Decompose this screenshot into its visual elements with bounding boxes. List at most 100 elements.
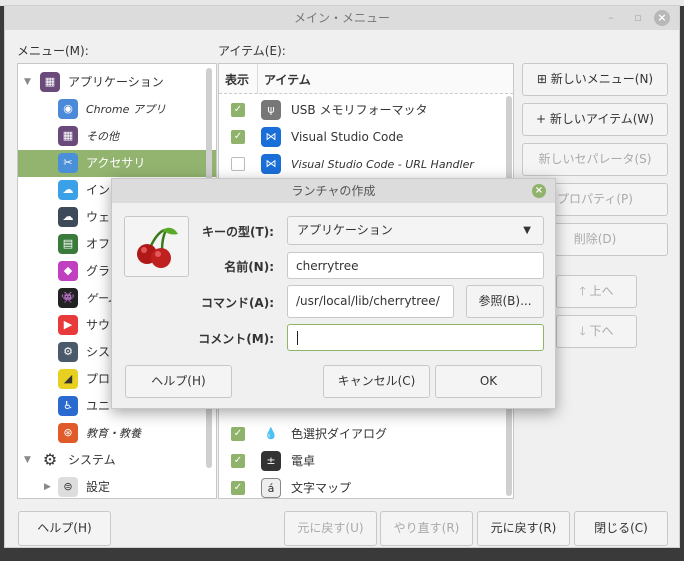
item-label: Visual Studio Code: [291, 130, 404, 144]
game-invader-icon: 👾: [58, 288, 78, 308]
browse-button[interactable]: 参照(B)...: [466, 285, 544, 318]
tree-item-label: 設定: [86, 480, 111, 494]
gear-icon: ⚙: [58, 342, 78, 362]
new-item-label: 新しいアイテム(W): [549, 112, 654, 126]
column-show[interactable]: 表示: [225, 71, 249, 88]
close-window-button[interactable]: ×: [654, 10, 670, 26]
scissors-icon: ✂: [58, 153, 78, 173]
play-icon: ▶: [58, 315, 78, 335]
move-down-label: 下へ: [589, 324, 614, 338]
apps-grid-icon: ▦: [40, 72, 60, 92]
item-row[interactable]: ✓ á 文字マップ: [219, 475, 513, 502]
item-label: 色選択ダイアログ: [291, 427, 388, 441]
show-checkbox[interactable]: ✓: [231, 454, 245, 468]
expander-open-icon[interactable]: ▼: [24, 69, 31, 96]
type-dropdown[interactable]: アプリケーション ▼: [287, 216, 544, 245]
graphics-icon: ◆: [58, 261, 78, 281]
dialog-close-button[interactable]: ×: [532, 184, 546, 198]
calculator-icon: ±: [261, 451, 281, 471]
tree-item-label: Chrome アプリ: [86, 103, 166, 116]
type-label: キーの型(T):: [202, 225, 274, 239]
color-drop-icon: 💧: [264, 427, 278, 440]
show-checkbox[interactable]: ✓: [231, 103, 245, 117]
apps-grid-icon: ▦: [58, 126, 78, 146]
item-row[interactable]: ⋈ Visual Studio Code - URL Handler: [219, 151, 513, 178]
tree-item[interactable]: ▼ ▦ アプリケーション: [18, 69, 216, 96]
accessibility-icon: ♿: [58, 396, 78, 416]
text-cursor: ​: [297, 331, 298, 345]
help-button[interactable]: ヘルプ(H): [18, 511, 111, 546]
command-label: コマンド(A):: [200, 296, 274, 310]
type-value: アプリケーション: [297, 223, 393, 237]
web-cloud-icon: ☁: [58, 207, 78, 227]
office-icon: ▤: [58, 234, 78, 254]
programming-icon: ◢: [58, 369, 78, 389]
tree-item-label: オフ: [86, 237, 111, 251]
new-item-button[interactable]: + 新しいアイテム(W): [522, 103, 668, 136]
dialog-ok-button[interactable]: OK: [435, 365, 542, 398]
item-label: 電卓: [291, 454, 316, 468]
charmap-icon: á: [261, 478, 281, 498]
undo-button[interactable]: 元に戻す(U): [284, 511, 377, 546]
vscode-icon: ⋈: [261, 154, 281, 174]
tree-item[interactable]: ▦ その他: [18, 123, 216, 150]
item-row[interactable]: ✓ ψ USB メモリフォーマッタ: [219, 97, 513, 124]
education-icon: ⊛: [58, 423, 78, 443]
tree-item-label: システム: [68, 453, 116, 467]
tree-item[interactable]: ▼ ⚙ システム: [18, 447, 216, 474]
show-checkbox[interactable]: ✓: [231, 481, 245, 495]
item-row[interactable]: ✓ ⋈ Visual Studio Code: [219, 124, 513, 151]
tree-item-label: その他: [86, 130, 119, 143]
tree-item-label: アプリケーション: [68, 75, 164, 89]
expander-open-icon[interactable]: ▼: [24, 447, 31, 474]
create-launcher-dialog: ランチャの作成 × キーの型(T): アプリケーション ▼ 名前(N): che…: [111, 178, 556, 409]
minimize-button[interactable]: –: [603, 10, 619, 26]
tree-item-label: ウェ: [86, 210, 111, 224]
item-row[interactable]: ✓ 💧 色選択ダイアログ: [219, 421, 513, 448]
tree-item-label: サウ: [86, 318, 111, 332]
tree-item-label: アクセサリ: [86, 156, 146, 170]
dialog-title: ランチャの作成: [112, 179, 555, 203]
comment-input[interactable]: ​: [287, 324, 544, 351]
item-row[interactable]: ✓ ± 電卓: [219, 448, 513, 475]
tree-item-label: プロ: [86, 372, 111, 386]
dialog-help-button[interactable]: ヘルプ(H): [125, 365, 232, 398]
tree-item[interactable]: ▶ ⊜ 設定: [18, 474, 216, 501]
move-up-button[interactable]: 🡑 上へ: [556, 275, 637, 308]
gear-icon: ⚙: [42, 450, 58, 469]
maximize-button[interactable]: ▫: [630, 10, 646, 26]
tree-item-label: 教育・教養: [86, 427, 141, 440]
tree-item-label: ユニ: [86, 399, 111, 413]
item-label: 文字マップ: [291, 481, 352, 495]
revert-button[interactable]: 元に戻す(R): [477, 511, 570, 546]
name-input[interactable]: cherrytree: [287, 252, 544, 279]
item-label: USB メモリフォーマッタ: [291, 103, 428, 117]
show-checkbox[interactable]: [231, 157, 245, 171]
redo-button[interactable]: やり直す(R): [380, 511, 473, 546]
tree-item[interactable]: ✂ アクセサリ: [18, 150, 216, 177]
vscode-icon: ⋈: [261, 127, 281, 147]
comment-label: コメント(M):: [198, 332, 274, 346]
command-input[interactable]: /usr/local/lib/cherrytree/: [287, 285, 454, 318]
dropdown-arrow-icon: ▼: [523, 225, 531, 236]
cloud-icon: ☁: [58, 180, 78, 200]
settings-toggle-icon: ⊜: [58, 477, 78, 497]
name-label: 名前(N):: [224, 260, 274, 274]
dialog-cancel-button[interactable]: キャンセル(C): [323, 365, 430, 398]
expander-closed-icon[interactable]: ▶: [44, 474, 51, 501]
new-menu-button[interactable]: ⊞ 新しいメニュー(N): [522, 63, 668, 96]
new-menu-label: 新しいメニュー(N): [550, 72, 654, 86]
column-item[interactable]: アイテム: [257, 64, 507, 94]
new-separator-button[interactable]: 新しいセパレータ(S): [522, 143, 668, 176]
tree-item-label: グラ: [86, 264, 111, 278]
menu-label: メニュー(M):: [17, 44, 89, 58]
close-button[interactable]: 閉じる(C): [574, 511, 668, 546]
usb-icon: ψ: [261, 100, 281, 120]
show-checkbox[interactable]: ✓: [231, 427, 245, 441]
tree-item[interactable]: ⊛ 教育・教養: [18, 420, 216, 447]
move-down-button[interactable]: 🡓 下へ: [556, 315, 637, 348]
show-checkbox[interactable]: ✓: [231, 130, 245, 144]
chrome-icon: ◉: [58, 99, 78, 119]
tree-item-label: イン: [86, 183, 111, 197]
tree-item[interactable]: ◉ Chrome アプリ: [18, 96, 216, 123]
